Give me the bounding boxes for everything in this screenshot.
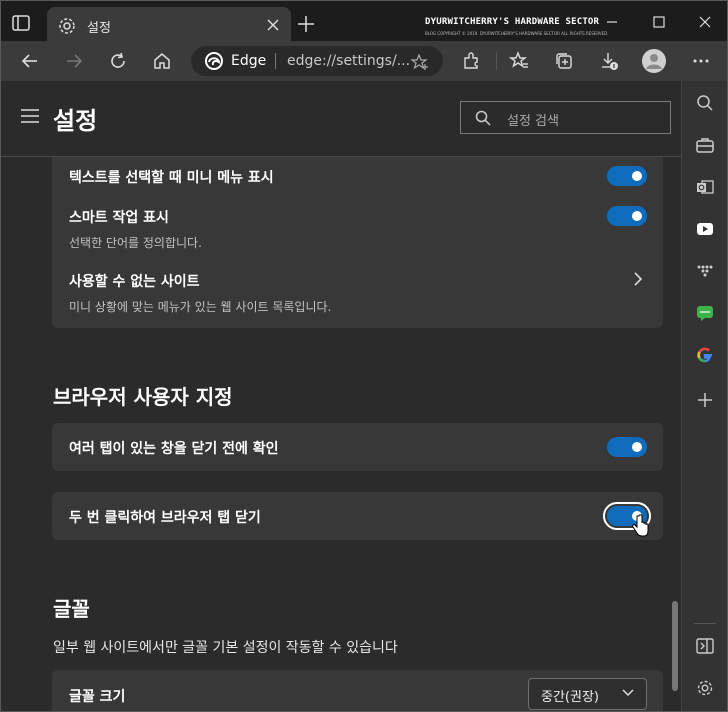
row-label-double-click-close: 두 번 클릭하여 브라우저 탭 닫기	[69, 510, 261, 526]
chevron-down-icon	[622, 689, 634, 697]
row-label-confirm-close: 여러 탭이 있는 창을 닫기 전에 확인	[69, 441, 279, 457]
toggle-knob	[632, 211, 642, 221]
font-size-value: 중간(권장)	[541, 690, 599, 705]
settings-header: 설정 설정 검색	[1, 81, 681, 157]
search-icon	[475, 110, 491, 126]
forward-icon[interactable]	[64, 51, 84, 71]
line-chat-icon[interactable]	[696, 304, 714, 322]
fonts-note: 일부 웹 사이트에서만 글꼴 기본 설정이 작동할 수 있습니다	[53, 640, 398, 656]
collections-icon[interactable]	[554, 51, 574, 71]
section-title-browser-custom: 브라우저 사용자 지정	[53, 385, 233, 409]
refresh-icon[interactable]	[108, 51, 128, 71]
edge-sidebar	[681, 81, 727, 711]
font-size-card: 글꼴 크기 중간(권장)	[52, 670, 663, 711]
tab-actions-icon[interactable]	[11, 13, 31, 33]
scrollbar[interactable]	[672, 601, 678, 691]
omnibox-brand: Edge	[231, 53, 267, 69]
toggle-confirm-close[interactable]	[607, 437, 647, 457]
tab-settings[interactable]: 설정	[47, 7, 291, 45]
hide-sidebar-icon[interactable]	[696, 637, 714, 655]
url-text[interactable]: edge://settings/...	[287, 53, 410, 69]
add-favorite-icon[interactable]	[411, 53, 429, 71]
settings-search-input[interactable]: 설정 검색	[460, 101, 671, 134]
google-icon[interactable]	[696, 346, 714, 364]
row-label-smart-actions: 스마트 작업 표시	[69, 210, 169, 226]
row-label-mini-menu: 텍스트를 선택할 때 미니 메뉴 표시	[69, 170, 274, 186]
edge-logo-icon	[205, 52, 223, 70]
toggle-knob	[632, 442, 642, 452]
more-menu-icon[interactable]	[691, 51, 711, 71]
toolbox-icon[interactable]	[696, 136, 714, 154]
row-desc-smart-actions: 선택한 단어를 정의합니다.	[69, 236, 202, 250]
watermark: DYURWITCHERRY'S HARDWARE SECTOR	[425, 17, 600, 27]
tiktok-icon[interactable]	[696, 262, 714, 280]
downloads-icon[interactable]	[599, 51, 619, 71]
page-title: 설정	[53, 107, 98, 135]
row-label-font-size: 글꼴 크기	[69, 689, 126, 705]
toggle-smart-actions[interactable]	[607, 206, 647, 226]
toggle-mini-menu[interactable]	[607, 166, 647, 186]
settings-content: 설정 설정 검색 텍스트를 선택할 때 미니 메뉴 표시 스마트 작업 표시 선…	[1, 81, 681, 711]
gear-icon	[59, 18, 75, 34]
browser-window: 설정 DYURWITCHERRY'S HARDWARE SECTOR BLOG …	[0, 0, 728, 712]
extensions-icon[interactable]	[461, 51, 481, 71]
home-icon[interactable]	[152, 51, 172, 71]
font-size-select[interactable]: 중간(권장)	[528, 678, 647, 710]
favorites-icon[interactable]	[509, 51, 529, 71]
hand-cursor-icon	[632, 514, 649, 537]
confirm-close-card: 여러 탭이 있는 창을 닫기 전에 확인	[52, 423, 663, 471]
toggle-knob	[632, 171, 642, 181]
row-desc-blocked-sites: 미니 상황에 맞는 메뉴가 있는 웹 사이트 목록입니다.	[69, 300, 332, 314]
watermark-sub: BLOG COPYRIGHT © 2019. DYURWITCHERRY'S H…	[425, 31, 609, 36]
tab-bar: 설정 DYURWITCHERRY'S HARDWARE SECTOR BLOG …	[1, 1, 727, 45]
close-window-icon[interactable]	[698, 15, 712, 29]
add-sidebar-app-icon[interactable]	[696, 391, 714, 409]
sidebar-separator	[694, 623, 716, 624]
new-tab-icon[interactable]	[297, 15, 315, 33]
blocked-sites-row[interactable]: 사용할 수 없는 사이트 미니 상황에 맞는 메뉴가 있는 웹 사이트 목록입니…	[52, 255, 663, 319]
tab-title: 설정	[87, 21, 111, 36]
sidebar-settings-icon[interactable]	[696, 679, 714, 697]
chevron-right-icon	[634, 272, 643, 286]
close-tab-icon[interactable]	[265, 17, 281, 33]
address-bar: Edge edge://settings/...	[1, 41, 727, 81]
search-placeholder: 설정 검색	[507, 114, 559, 129]
row-label-blocked-sites: 사용할 수 없는 사이트	[69, 274, 200, 290]
minimize-icon[interactable]	[605, 15, 619, 29]
double-click-close-card: 두 번 클릭하여 브라우저 탭 닫기	[52, 492, 663, 540]
maximize-icon[interactable]	[652, 15, 666, 29]
omnibox-separator	[275, 53, 276, 69]
outlook-icon[interactable]	[696, 178, 714, 196]
profile-avatar[interactable]	[642, 49, 666, 73]
hamburger-icon[interactable]	[21, 109, 39, 123]
back-icon[interactable]	[20, 51, 40, 71]
omnibox[interactable]: Edge edge://settings/...	[191, 46, 443, 76]
search-icon[interactable]	[696, 94, 714, 112]
section-title-fonts: 글꼴	[53, 597, 90, 621]
youtube-icon[interactable]	[696, 220, 714, 238]
toolbar-separator	[496, 52, 497, 70]
